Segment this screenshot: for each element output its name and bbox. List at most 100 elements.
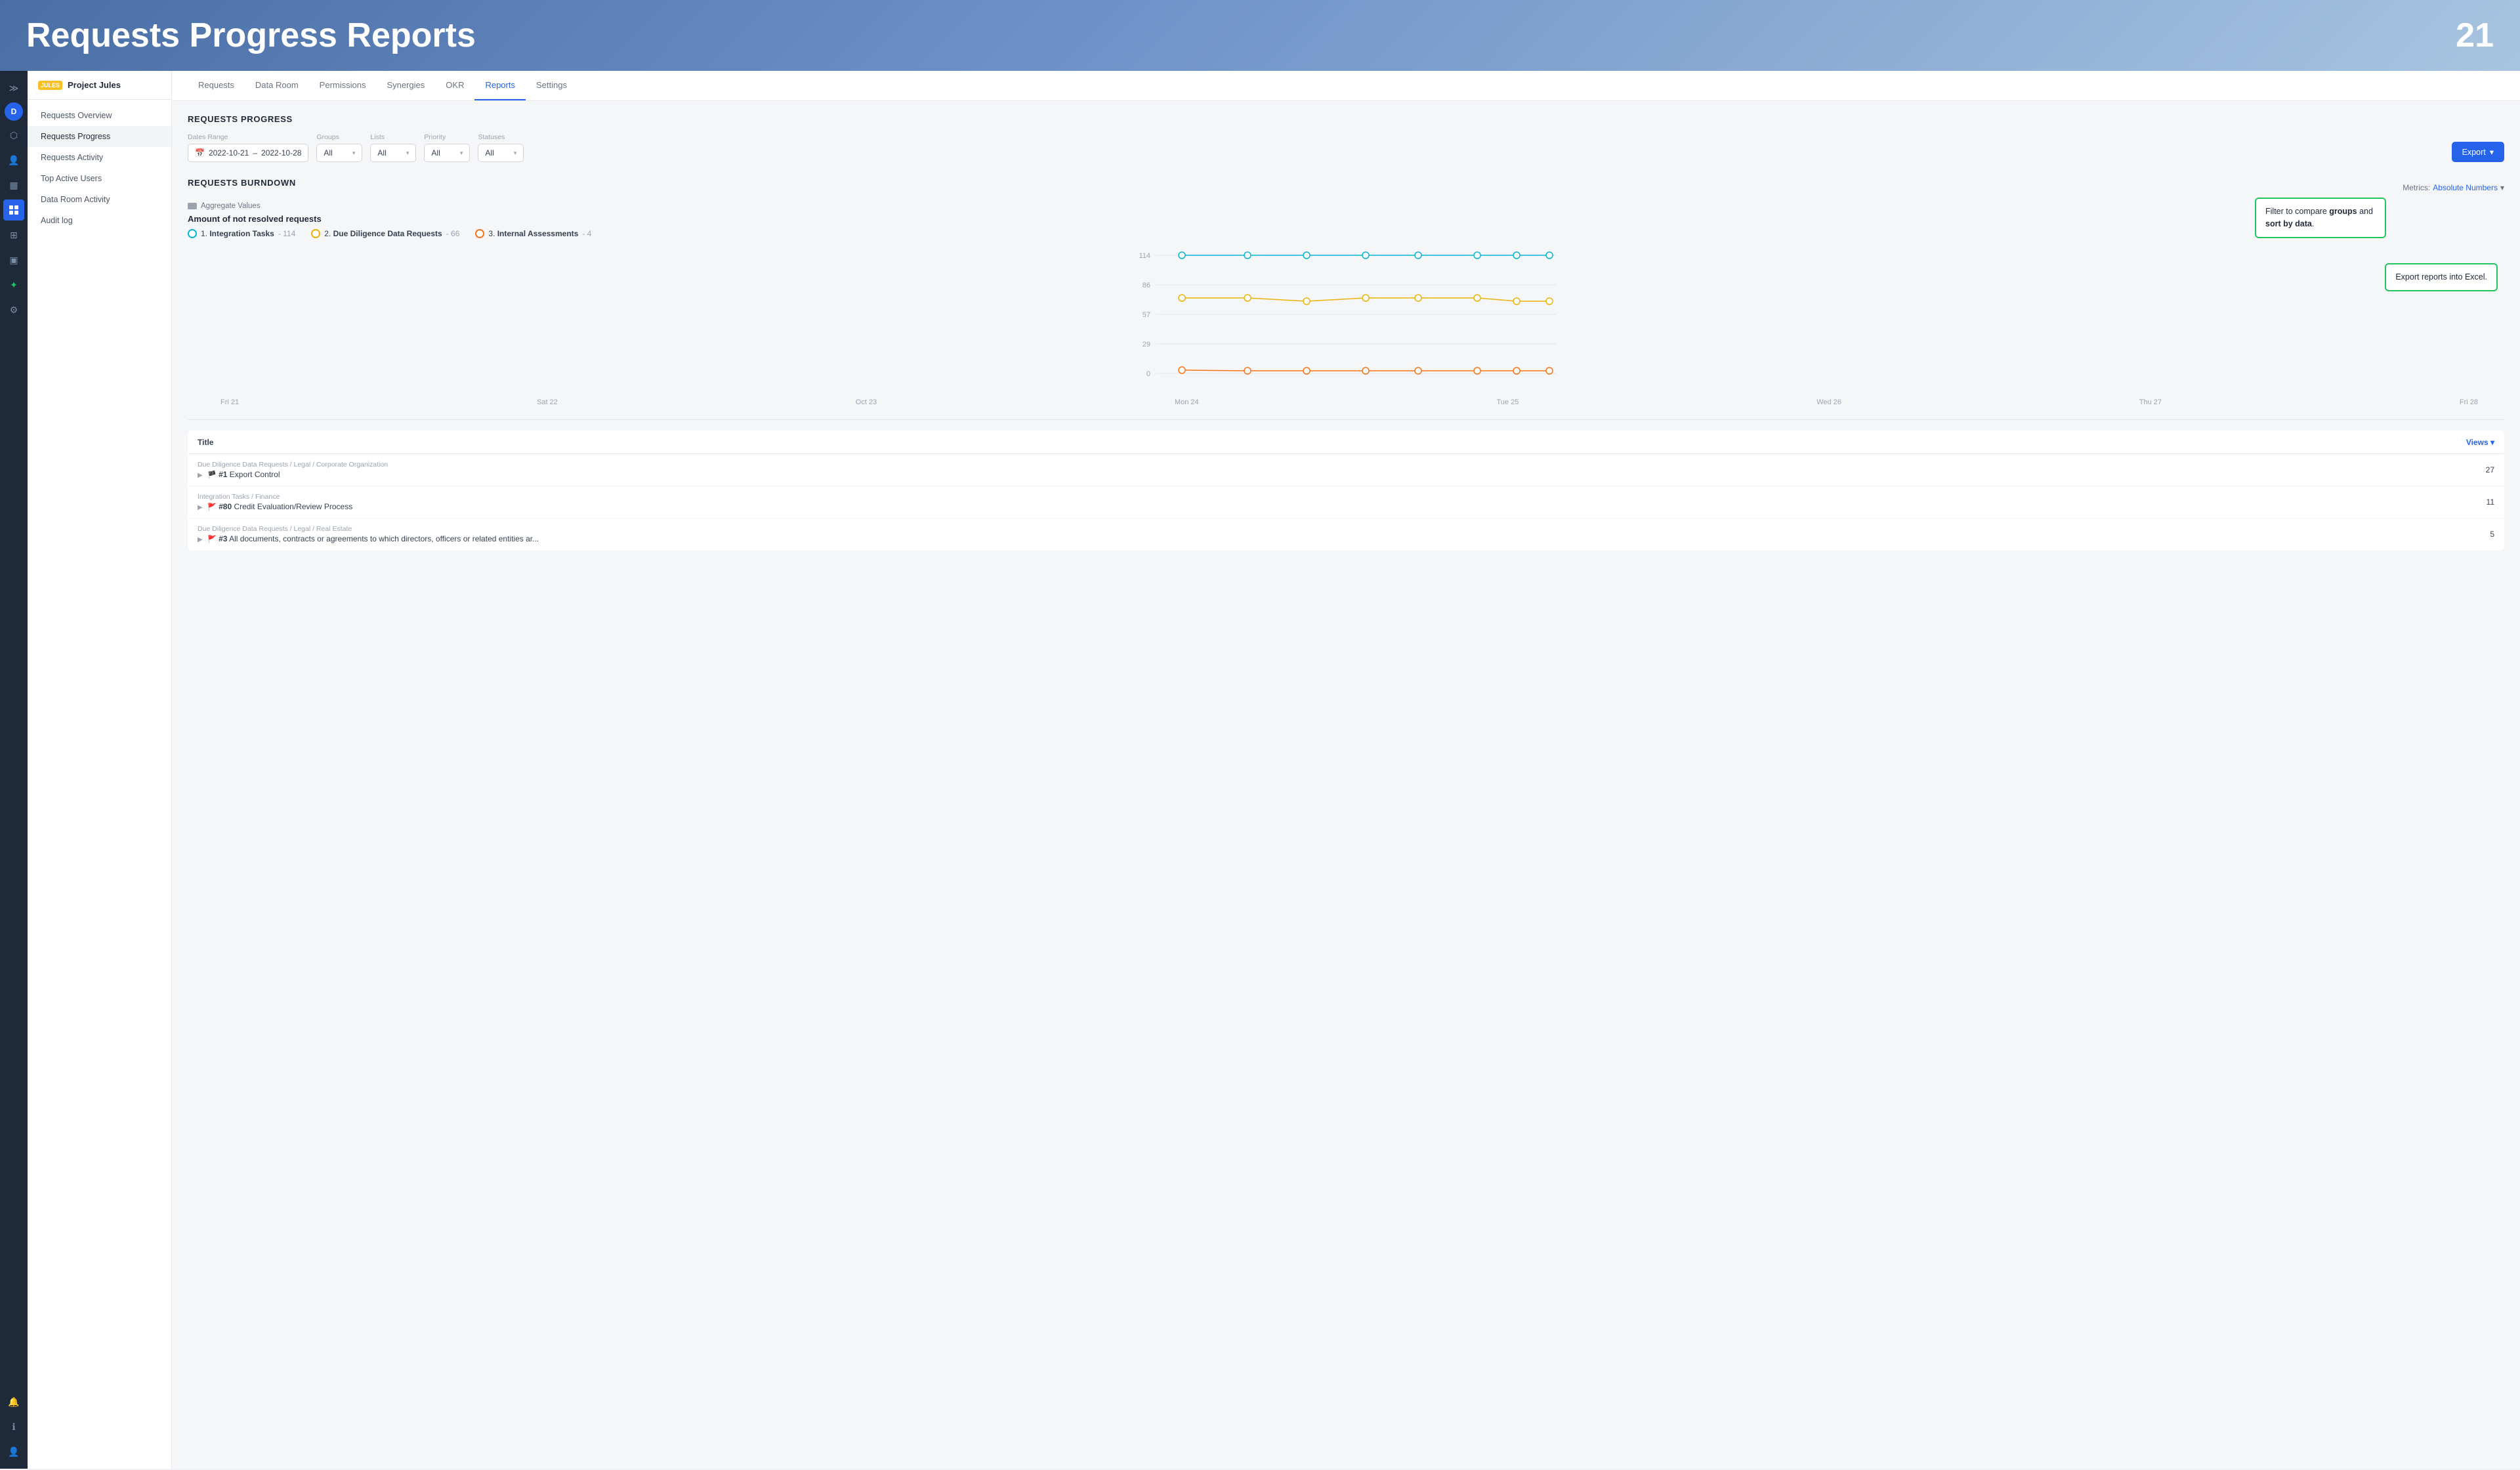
sidebar-item-audit-log[interactable]: Audit log bbox=[28, 210, 171, 231]
svg-text:29: 29 bbox=[1143, 341, 1150, 348]
expand-icon-1[interactable]: ▶ bbox=[198, 472, 203, 479]
x-label-1: Sat 22 bbox=[537, 398, 558, 406]
legend-circle-orange bbox=[475, 229, 484, 238]
legend-item-2: 2. Due Diligence Data Requests - 66 bbox=[311, 229, 459, 238]
burndown-title: REQUESTS BURNDOWN bbox=[188, 178, 296, 188]
people-icon[interactable]: 👤 bbox=[3, 150, 24, 171]
sidebar-nav: Requests Overview Requests Progress Requ… bbox=[28, 100, 171, 236]
row-3-id: #3 bbox=[219, 534, 227, 543]
header-banner: Requests Progress Reports 21 bbox=[0, 0, 2520, 71]
bottom-avatar-icon[interactable]: 👤 bbox=[3, 1441, 24, 1462]
lists-value: All bbox=[377, 148, 386, 158]
nav-reports[interactable]: Reports bbox=[474, 71, 526, 100]
svg-text:86: 86 bbox=[1143, 282, 1150, 289]
export-chevron-icon: ▾ bbox=[2490, 147, 2494, 157]
x-axis-labels: Fri 21 Sat 22 Oct 23 Mon 24 Tue 25 Wed 2… bbox=[188, 398, 2504, 406]
x-label-4: Tue 25 bbox=[1496, 398, 1519, 406]
priority-filter-group: Priority All ▾ bbox=[424, 133, 470, 162]
chart-title: Amount of not resolved requests bbox=[188, 214, 2504, 224]
statuses-select[interactable]: All ▾ bbox=[478, 144, 524, 162]
nav-permissions[interactable]: Permissions bbox=[309, 71, 377, 100]
excel-icon[interactable]: ✦ bbox=[3, 274, 24, 295]
legend-item-1: 1. Integration Tasks - 114 bbox=[188, 229, 295, 238]
date-from: 2022-10-21 bbox=[209, 148, 249, 158]
burndown-header: REQUESTS BURNDOWN Metrics: Absolute Numb… bbox=[188, 178, 2504, 197]
date-separator: – bbox=[253, 148, 257, 158]
calendar-icon: 📅 bbox=[195, 148, 205, 158]
x-label-6: Thu 27 bbox=[2139, 398, 2162, 406]
row-1-cell: Due Diligence Data Requests / Legal / Co… bbox=[188, 454, 2236, 486]
layers-icon[interactable]: ⬡ bbox=[3, 125, 24, 146]
row-3-cell: Due Diligence Data Requests / Legal / Re… bbox=[188, 518, 2236, 551]
x-label-3: Mon 24 bbox=[1175, 398, 1199, 406]
row-1-path: Due Diligence Data Requests / Legal / Co… bbox=[198, 461, 2227, 469]
row-1-title: Export Control bbox=[230, 470, 280, 479]
nav-synergies[interactable]: Synergies bbox=[376, 71, 435, 100]
table-row: Due Diligence Data Requests / Legal / Re… bbox=[188, 518, 2504, 551]
sidebar-item-requests-activity[interactable]: Requests Activity bbox=[28, 147, 171, 168]
info-icon[interactable]: ℹ bbox=[3, 1416, 24, 1437]
views-sort-icon: ▾ bbox=[2490, 438, 2494, 447]
aggregate-box-icon bbox=[188, 203, 197, 209]
sidebar-item-requests-overview[interactable]: Requests Overview bbox=[28, 105, 171, 126]
col-views[interactable]: Views ▾ bbox=[2236, 431, 2504, 454]
row-2-id: #80 bbox=[219, 502, 232, 511]
metrics-label: Metrics: Absolute Numbers ▾ bbox=[2403, 183, 2504, 192]
groups-chevron-icon: ▾ bbox=[352, 150, 356, 157]
statuses-chevron-icon: ▾ bbox=[514, 150, 517, 157]
user-avatar-icon[interactable]: D bbox=[5, 102, 23, 121]
page-number: 21 bbox=[2456, 16, 2494, 55]
statuses-value: All bbox=[485, 148, 494, 158]
date-range-group: Dates Range 📅 2022-10-21 – 2022-10-28 bbox=[188, 133, 308, 162]
metrics-value[interactable]: Absolute Numbers bbox=[2433, 183, 2498, 192]
expand-icon-2[interactable]: ▶ bbox=[198, 504, 203, 511]
legend-row: 1. Integration Tasks - 114 2. Due Dilige… bbox=[188, 229, 2504, 238]
sidebar-item-requests-progress[interactable]: Requests Progress bbox=[28, 126, 171, 147]
row-1-id: #1 bbox=[219, 470, 227, 479]
priority-select[interactable]: All ▾ bbox=[424, 144, 470, 162]
lists-select[interactable]: All ▾ bbox=[370, 144, 416, 162]
divider bbox=[188, 419, 2504, 420]
settings-icon[interactable]: ⚙ bbox=[3, 299, 24, 320]
export-button[interactable]: Export ▾ bbox=[2452, 142, 2504, 162]
nav-okr[interactable]: OKR bbox=[435, 71, 474, 100]
legend-count-2: - 66 bbox=[446, 229, 460, 238]
filter-row: Dates Range 📅 2022-10-21 – 2022-10-28 Gr… bbox=[188, 133, 2504, 162]
legend-count-1: - 114 bbox=[278, 229, 295, 238]
row-2-views: 11 bbox=[2236, 486, 2504, 518]
nav-data-room[interactable]: Data Room bbox=[245, 71, 309, 100]
sidebar-item-data-room-activity[interactable]: Data Room Activity bbox=[28, 189, 171, 210]
nav-settings[interactable]: Settings bbox=[526, 71, 578, 100]
table-icon[interactable]: ⊞ bbox=[3, 224, 24, 245]
truck-icon[interactable]: ▣ bbox=[3, 249, 24, 270]
flag-icon-3: 🚩 bbox=[207, 536, 217, 543]
expand-icon-3[interactable]: ▶ bbox=[198, 536, 203, 543]
burndown-chart: 114 86 57 29 0 bbox=[188, 249, 2504, 393]
filter-callout: Filter to compare groups and sort by dat… bbox=[2255, 198, 2386, 238]
nav-requests[interactable]: Requests bbox=[188, 71, 245, 100]
groups-select[interactable]: All ▾ bbox=[316, 144, 362, 162]
export-callout: Export reports into Excel. bbox=[2385, 263, 2498, 291]
main-content: Requests Data Room Permissions Synergies… bbox=[172, 71, 2520, 1469]
grid-icon[interactable]: ▦ bbox=[3, 175, 24, 196]
x-label-2: Oct 23 bbox=[856, 398, 877, 406]
reports-nav-icon[interactable] bbox=[3, 200, 24, 220]
collapse-icon[interactable]: ≫ bbox=[3, 77, 24, 98]
lists-filter-group: Lists All ▾ bbox=[370, 133, 416, 162]
bell-icon[interactable]: 🔔 bbox=[3, 1391, 24, 1412]
row-2-title: Credit Evaluation/Review Process bbox=[234, 502, 352, 511]
project-logo: JULES bbox=[38, 81, 62, 90]
row-3-path: Due Diligence Data Requests / Legal / Re… bbox=[198, 525, 2227, 533]
sidebar-item-top-active-users[interactable]: Top Active Users bbox=[28, 168, 171, 189]
top-nav: Requests Data Room Permissions Synergies… bbox=[172, 71, 2520, 101]
dates-range-label: Dates Range bbox=[188, 133, 308, 141]
x-label-5: Wed 26 bbox=[1816, 398, 1841, 406]
legend-label-3: 3. Internal Assessments bbox=[488, 229, 578, 238]
row-2-title-row: ▶ 🚩 #80 Credit Evaluation/Review Process bbox=[198, 502, 2227, 511]
legend-label-2: 2. Due Diligence Data Requests bbox=[324, 229, 442, 238]
date-range-input[interactable]: 📅 2022-10-21 – 2022-10-28 bbox=[188, 144, 308, 162]
aggregate-row: Aggregate Values bbox=[188, 202, 2504, 210]
flag-icon-1: 🏴 bbox=[207, 471, 217, 479]
row-3-title-row: ▶ 🚩 #3 All documents, contracts or agree… bbox=[198, 534, 2227, 543]
priority-value: All bbox=[431, 148, 440, 158]
